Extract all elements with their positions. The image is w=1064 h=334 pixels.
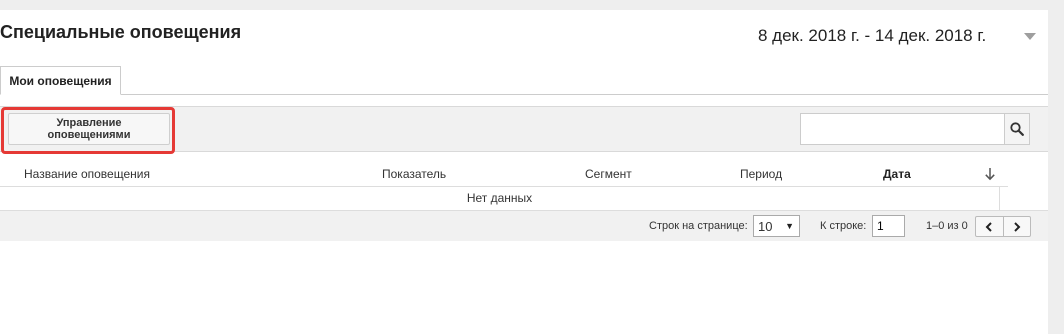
caret-down-icon: ▼ <box>785 221 794 231</box>
goto-row-label: К строке: <box>820 220 867 232</box>
pagination-bar: Строк на странице: 10 ▼ К строке: 1–0 из… <box>0 210 1048 241</box>
goto-row-input[interactable] <box>872 215 905 237</box>
manage-alerts-button[interactable]: Управление оповещениями <box>8 113 170 145</box>
range-indicator: 1–0 из 0 <box>926 220 968 232</box>
chevron-right-icon <box>1014 221 1021 232</box>
sort-toggle[interactable] <box>984 167 996 184</box>
page-title: Специальные оповещения <box>0 22 242 42</box>
column-header-metric[interactable]: Показатель <box>382 167 446 181</box>
search-box <box>800 113 1030 145</box>
rows-per-page-select[interactable]: 10 ▼ <box>753 215 800 237</box>
rows-per-page-value: 10 <box>758 218 773 234</box>
table-empty-row: Нет данных <box>0 187 1000 210</box>
search-icon <box>1010 122 1024 136</box>
arrow-down-icon <box>985 168 995 181</box>
tabs-divider <box>0 94 1048 95</box>
column-header-period[interactable]: Период <box>740 167 782 181</box>
search-input[interactable] <box>801 114 1004 144</box>
column-header-alert-name[interactable]: Название оповещения <box>24 167 150 181</box>
column-header-segment[interactable]: Сегмент <box>585 167 632 181</box>
content-panel: Специальные оповещения 8 дек. 2018 г. - … <box>0 10 1048 334</box>
search-button[interactable] <box>1004 114 1029 144</box>
next-page-button[interactable] <box>1002 217 1031 236</box>
table-header-row: Название оповещения Показатель Сегмент П… <box>0 163 1008 187</box>
prev-page-button[interactable] <box>976 217 1003 236</box>
tab-my-alerts[interactable]: Мои оповещения <box>0 66 121 95</box>
date-range-text: 8 дек. 2018 г. - 14 дек. 2018 г. <box>758 26 987 45</box>
column-header-date[interactable]: Дата <box>883 167 911 181</box>
chevron-left-icon <box>985 221 992 232</box>
caret-down-icon <box>1024 33 1036 40</box>
rows-per-page-label: Строк на странице: <box>649 220 748 232</box>
date-range-picker[interactable]: 8 дек. 2018 г. - 14 дек. 2018 г. <box>754 22 1038 50</box>
pager-buttons <box>975 216 1031 237</box>
